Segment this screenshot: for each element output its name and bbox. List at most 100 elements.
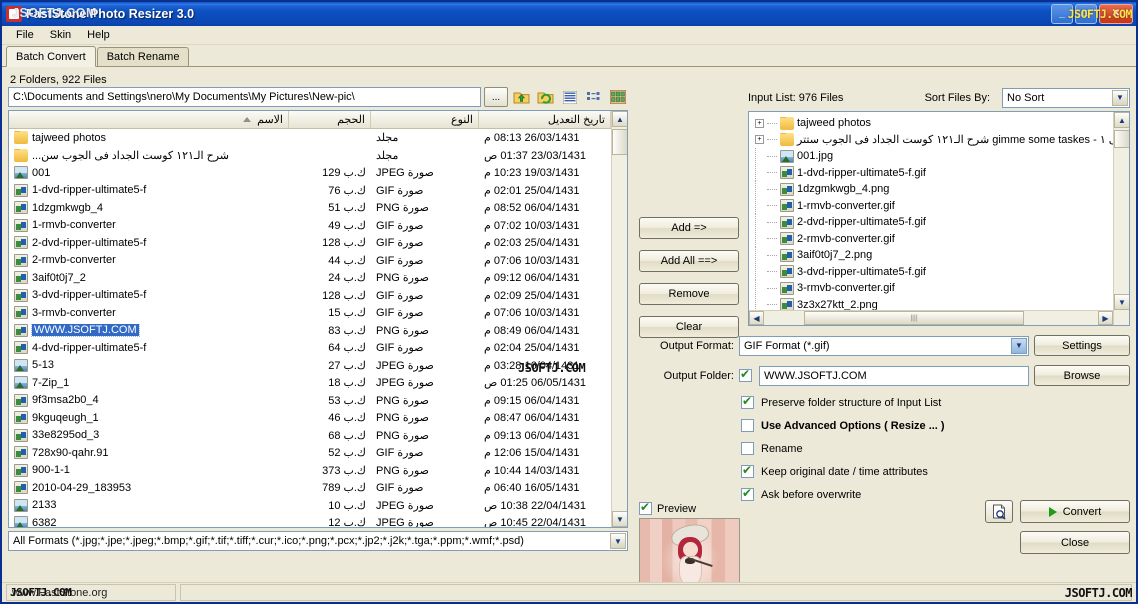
preserve-structure-checkbox[interactable] [741,395,754,409]
magnifier-document-icon[interactable] [985,500,1013,523]
convert-button[interactable]: Convert [1020,500,1130,523]
table-row[interactable]: 4-dvd-ripper-ultimate5-f 64 ك.ب صورة GIF 25… [9,339,627,357]
thumbnail-view-icon[interactable] [607,87,628,107]
table-row[interactable]: 900-1-1 373 ك.ب صورة PNG 14/03/1431 10:44 م [9,462,627,480]
table-row[interactable]: WWW.JSOFTJ.COM 83 ك.ب صورة PNG 06/04/1431 0… [9,322,627,340]
sort-files-by-combo[interactable]: No Sort ▼ [1002,87,1130,108]
table-row[interactable]: 2-dvd-ripper-ultimate5-f 128 ك.ب صورة GIF 2… [9,234,627,252]
scroll-thumb[interactable] [1114,130,1129,148]
table-row[interactable]: 2133 10 ك.ب صورة JPEG 22/04/1431 10:38 ص [9,497,627,515]
list-view-icon[interactable] [583,87,604,107]
list-item[interactable]: 3-rmvb-converter.gif [753,280,1129,297]
refresh-folder-icon[interactable] [535,87,556,107]
settings-button[interactable]: Settings [1034,335,1130,356]
table-row[interactable]: 6382 12 ك.ب صورة JPEG 22/04/1431 10:45 ص [9,514,627,527]
list-item[interactable]: + tajweed photos [753,115,1129,132]
expand-icon[interactable]: + [755,135,764,145]
hscroll-thumb[interactable]: |||| [804,311,1024,325]
file-size: 44 ك.ب [328,254,366,267]
list-item[interactable]: 1-dvd-ripper-ultimate5-f.gif [753,164,1129,181]
chevron-down-icon[interactable]: ▼ [610,533,626,549]
column-header-size[interactable]: الحجم [289,111,371,128]
scroll-right-icon[interactable]: ▶ [1098,311,1113,325]
list-item[interactable]: 3-dvd-ripper-ultimate5-f.gif [753,263,1129,280]
ask-overwrite-checkbox[interactable] [741,487,754,501]
scroll-thumb[interactable] [612,129,627,155]
table-row[interactable]: 1dzgmkwgb_4 51 ك.ب صورة PNG 06/04/1431 08:5… [9,199,627,217]
list-item[interactable]: 1-rmvb-converter.gif [753,197,1129,214]
expand-icon[interactable]: + [755,118,764,128]
tab-batch-rename[interactable]: Batch Rename [96,47,190,66]
input-list-hscrollbar[interactable]: ◀ |||| ▶ [749,310,1113,325]
table-row[interactable]: 9kguqeugh_1 46 ك.ب صورة PNG 06/04/1431 08:4… [9,409,627,427]
column-header-date[interactable]: تاريخ التعديل [479,111,611,128]
close-button[interactable]: ✕ [1099,4,1133,24]
rename-checkbox[interactable] [741,442,754,455]
keep-date-checkbox[interactable] [741,464,754,478]
table-row[interactable]: 2010-04-29_183953 789 ك.ب صورة GIF 16/05/14… [9,479,627,497]
input-list-vscrollbar[interactable]: ▲ ▼ [1113,112,1129,325]
table-row[interactable]: شرح الـ١٢١ كوست الجداد فى الجوب سن... مجل… [9,147,627,165]
browse-button[interactable]: Browse [1034,365,1130,386]
table-row[interactable]: 2-rmvb-converter 44 ك.ب صورة GIF 10/03/1431… [9,252,627,270]
output-format-combo[interactable]: GIF Format (*.gif) ▼ [739,335,1029,356]
up-folder-icon[interactable] [511,87,532,107]
format-filter-combo[interactable]: All Formats (*.jpg;*.jpe;*.jpeg;*.bmp;*.… [8,531,628,551]
list-item[interactable]: 2-dvd-ripper-ultimate5-f.gif [753,214,1129,231]
file-name: WWW.JSOFTJ.COM [31,323,140,337]
list-item[interactable]: 2-rmvb-converter.gif [753,230,1129,247]
minimize-button[interactable]: _ [1051,4,1073,24]
menu-item-skin[interactable]: Skin [42,28,79,42]
maximize-button[interactable]: □ [1075,4,1097,24]
option-preserve-structure[interactable]: Preserve folder structure of Input List [741,395,1130,409]
file-list[interactable]: الاسم الحجم النوع تاريخ التعديل tajweed … [8,110,628,528]
option-rename[interactable]: Rename [741,442,1130,455]
table-row[interactable]: 1-rmvb-converter 49 ك.ب صورة GIF 10/03/1431… [9,217,627,235]
chevron-down-icon[interactable]: ▼ [1011,337,1027,354]
input-list-tree[interactable]: + tajweed photos + ـى ١ - gimme some taskes… [748,111,1130,326]
tree-indent [755,148,764,165]
scroll-down-icon[interactable]: ▼ [612,511,627,527]
table-row[interactable]: 3-rmvb-converter 15 ك.ب صورة GIF 10/03/1431… [9,304,627,322]
table-row[interactable]: tajweed photos مجلد 26/03/1431 08:13 م [9,129,627,147]
column-header-type[interactable]: النوع [371,111,479,128]
option-keep-date[interactable]: Keep original date / time attributes [741,464,1130,478]
list-item[interactable]: 1dzgmkwgb_4.png [753,181,1129,198]
table-row[interactable]: 3aif0t0j7_2 24 ك.ب صورة PNG 06/04/1431 09:1… [9,269,627,287]
png-icon [14,323,28,337]
path-browse-button[interactable]: ... [484,87,508,107]
file-type: صورة JPEG [376,359,434,372]
file-size: 76 ك.ب [328,184,366,197]
preview-checkbox[interactable] [639,501,652,515]
file-list-scrollbar[interactable]: ▲ ▼ [611,111,627,527]
table-row[interactable]: 1-dvd-ripper-ultimate5-f 76 ك.ب صورة GIF 25… [9,182,627,200]
scroll-left-icon[interactable]: ◀ [749,311,764,325]
play-icon [1048,506,1057,517]
close-dialog-button[interactable]: Close [1020,531,1130,554]
scroll-up-icon[interactable]: ▲ [1114,112,1129,128]
details-view-icon[interactable] [559,87,580,107]
scroll-down-icon[interactable]: ▼ [1114,294,1129,310]
list-item[interactable]: 001.jpg [753,148,1129,165]
column-header-name[interactable]: الاسم [9,111,289,128]
advanced-options-checkbox[interactable] [741,419,754,432]
table-row[interactable]: 3-dvd-ripper-ultimate5-f 128 ك.ب صورة GIF 2… [9,287,627,305]
output-folder-checkbox[interactable] [739,368,752,382]
table-row[interactable]: 9f3msa2b0_4 53 ك.ب صورة PNG 06/04/1431 09:1… [9,392,627,410]
list-item[interactable]: 3aif0t0j7_2.png [753,247,1129,264]
table-row[interactable]: 728x90-qahr.91 52 ك.ب صورة GIF 15/04/1431 1… [9,444,627,462]
option-advanced[interactable]: Use Advanced Options ( Resize ... ) [741,419,1130,432]
table-row[interactable]: 5-13 27 ك.ب صورة JPEG 16/04/1431 03:28 م [9,357,627,375]
list-item[interactable]: + ـى ١ - gimme some taskes شرح الـ١٢١ كوس… [753,132,1129,149]
chevron-down-icon[interactable]: ▼ [1112,89,1128,106]
tab-batch-convert[interactable]: Batch Convert [6,46,96,67]
menu-item-file[interactable]: File [8,28,42,42]
output-folder-input[interactable]: WWW.JSOFTJ.COM [759,365,1029,386]
table-row[interactable]: 7-Zip_1 18 ك.ب صورة JPEG 06/05/1431 01:25 ص [9,374,627,392]
path-input[interactable]: C:\Documents and Settings\nero\My Docume… [8,87,481,107]
preview-header[interactable]: Preview [639,501,743,515]
table-row[interactable]: 33e8295od_3 68 ك.ب صورة PNG 06/04/1431 09:1… [9,427,627,445]
scroll-up-icon[interactable]: ▲ [612,111,627,127]
table-row[interactable]: 001 129 ك.ب صورة JPEG 19/03/1431 10:23 م [9,164,627,182]
menu-item-help[interactable]: Help [79,28,118,42]
